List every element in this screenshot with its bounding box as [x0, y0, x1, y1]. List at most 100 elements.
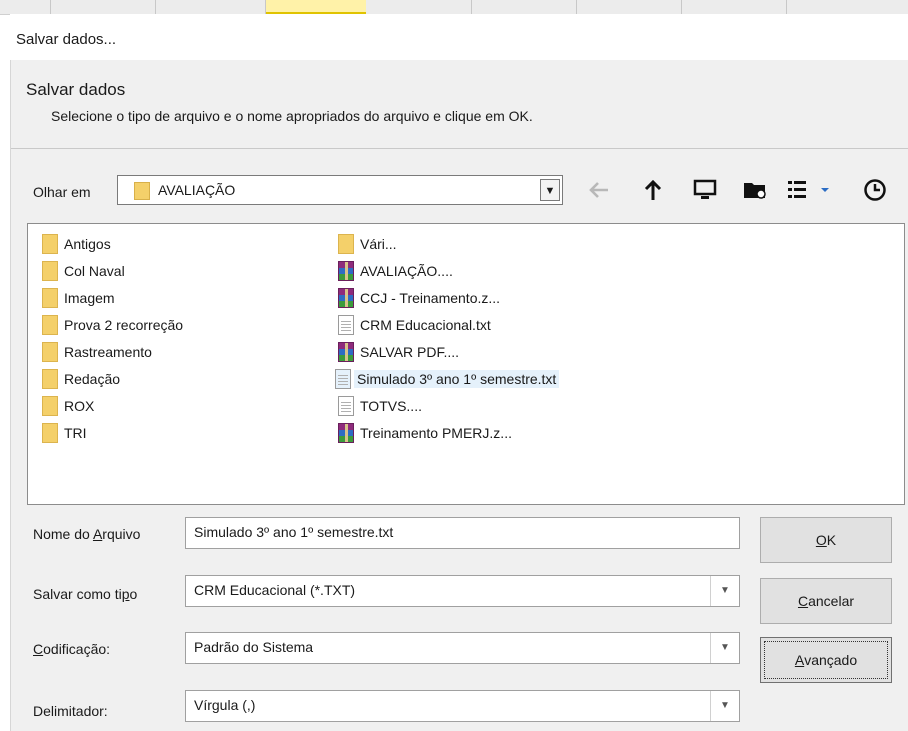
look-in-dropdown[interactable]: AVALIAÇÃO ▼: [117, 175, 563, 205]
advanced-button[interactable]: Avançado: [760, 637, 892, 683]
folder-icon: [42, 234, 58, 254]
encoding-select[interactable]: Padrão do Sistema ▼: [185, 632, 740, 664]
selected-grid-cell: [266, 0, 366, 14]
list-item[interactable]: CRM Educacional.txt: [338, 312, 491, 338]
button-accelerator: O: [815, 532, 827, 548]
file-list[interactable]: Antigos Col Naval Imagem Prova 2 recorre…: [27, 223, 905, 505]
dropdown-arrow-icon[interactable]: ▼: [710, 633, 739, 663]
list-item[interactable]: Col Naval: [42, 258, 125, 284]
label-accelerator: C: [33, 641, 44, 657]
button-accelerator: A: [794, 652, 805, 668]
folder-icon: [338, 234, 354, 254]
ok-button[interactable]: OK: [760, 517, 892, 563]
filetype-select[interactable]: CRM Educacional (*.TXT) ▼: [185, 575, 740, 607]
text-file-icon: [338, 315, 354, 335]
button-label: ancelar: [808, 593, 855, 609]
list-item[interactable]: Redação: [42, 366, 120, 392]
list-item[interactable]: CCJ - Treinamento.z...: [338, 285, 500, 311]
folder-icon: [42, 288, 58, 308]
grid-cell: [786, 0, 908, 14]
window-title: Salvar dados...: [16, 31, 117, 48]
label-text: Salvar como ti: [33, 586, 122, 602]
folder-icon: [42, 369, 58, 389]
file-name: CCJ - Treinamento.z...: [360, 290, 501, 306]
window-titlebar[interactable]: Salvar dados...: [10, 14, 908, 60]
filename-label: Nome do Arquivo: [33, 526, 140, 542]
up-arrow-icon[interactable]: [639, 176, 667, 204]
file-name: SALVAR PDF....: [360, 344, 460, 360]
button-label: K: [826, 532, 837, 548]
list-item[interactable]: SALVAR PDF....: [338, 339, 459, 365]
rar-archive-icon: [338, 423, 354, 443]
view-dropdown-icon[interactable]: [811, 176, 839, 204]
save-data-dialog: Salvar dados Selecione o tipo de arquivo…: [10, 60, 908, 731]
file-name: Simulado 3º ano 1º semestre.txt: [354, 370, 560, 388]
list-item[interactable]: Treinamento PMERJ.z...: [338, 420, 512, 446]
label-accelerator: A: [92, 526, 103, 542]
grid-cell: [155, 0, 266, 14]
list-item[interactable]: Imagem: [42, 285, 115, 311]
spreadsheet-header-strip: [0, 0, 908, 15]
file-name: Col Naval: [64, 263, 125, 279]
list-item[interactable]: Prova 2 recorreção: [42, 312, 183, 338]
filename-input[interactable]: Simulado 3º ano 1º semestre.txt: [185, 517, 740, 549]
file-name: ROX: [64, 398, 95, 414]
dialog-heading: Salvar dados: [26, 80, 126, 99]
encoding-value: Padrão do Sistema: [194, 639, 314, 655]
folder-icon: [42, 315, 58, 335]
file-name: Imagem: [64, 290, 115, 306]
recent-icon[interactable]: [861, 176, 889, 204]
label-text: rquivo: [102, 526, 141, 542]
text-file-icon: [335, 369, 351, 389]
filetype-value: CRM Educacional (*.TXT): [194, 582, 356, 598]
label-accelerator: p: [121, 586, 130, 602]
list-item[interactable]: Vári...: [338, 231, 397, 257]
label-text: o: [129, 586, 138, 602]
cancel-button[interactable]: Cancelar: [760, 578, 892, 624]
folder-icon: [134, 182, 150, 200]
file-name: TRI: [64, 425, 87, 441]
file-name: Redação: [64, 371, 121, 387]
file-name: CRM Educacional.txt: [360, 317, 491, 333]
file-name: Prova 2 recorreção: [64, 317, 184, 333]
list-item[interactable]: Antigos: [42, 231, 111, 257]
dropdown-arrow-icon[interactable]: ▼: [540, 179, 560, 201]
encoding-label: Codificação:: [33, 641, 110, 657]
list-item-selected[interactable]: Simulado 3º ano 1º semestre.txt: [335, 366, 560, 392]
grid-cell: [50, 0, 156, 14]
view-menu-icon[interactable]: [786, 176, 814, 204]
dialog-instructions: Selecione o tipo de arquivo e o nome apr…: [51, 108, 533, 124]
folder-icon: [42, 342, 58, 362]
button-label: vançado: [804, 652, 858, 668]
rar-archive-icon: [338, 261, 354, 281]
text-file-icon: [338, 396, 354, 416]
list-item[interactable]: Rastreamento: [42, 339, 152, 365]
list-item[interactable]: TRI: [42, 420, 87, 446]
desktop-icon[interactable]: [691, 176, 719, 204]
file-name: TOTVS....: [360, 398, 422, 414]
filetype-label: Salvar como tipo: [33, 586, 137, 602]
grid-cell: [0, 0, 51, 14]
label-text: odificação:: [43, 641, 111, 657]
list-item[interactable]: AVALIAÇÃO....: [338, 258, 453, 284]
dropdown-arrow-icon[interactable]: ▼: [710, 691, 739, 721]
list-item[interactable]: TOTVS....: [338, 393, 422, 419]
new-folder-icon[interactable]: [741, 176, 769, 204]
list-item[interactable]: ROX: [42, 393, 94, 419]
dropdown-arrow-icon[interactable]: ▼: [710, 576, 739, 606]
file-name: Vári...: [360, 236, 397, 252]
grid-cell: [576, 0, 682, 14]
file-name: AVALIAÇÃO....: [360, 263, 453, 279]
folder-icon: [42, 423, 58, 443]
rar-archive-icon: [338, 342, 354, 362]
rar-archive-icon: [338, 288, 354, 308]
header-divider: [11, 148, 908, 149]
delimiter-label: Delimitador:: [33, 703, 108, 719]
label-text: Nome do: [33, 526, 93, 542]
folder-icon: [42, 396, 58, 416]
delimiter-select[interactable]: Vírgula (,) ▼: [185, 690, 740, 722]
file-name: Treinamento PMERJ.z...: [360, 425, 512, 441]
back-arrow-icon[interactable]: [585, 176, 613, 204]
grid-cell: [471, 0, 577, 14]
filename-value: Simulado 3º ano 1º semestre.txt: [194, 524, 394, 540]
